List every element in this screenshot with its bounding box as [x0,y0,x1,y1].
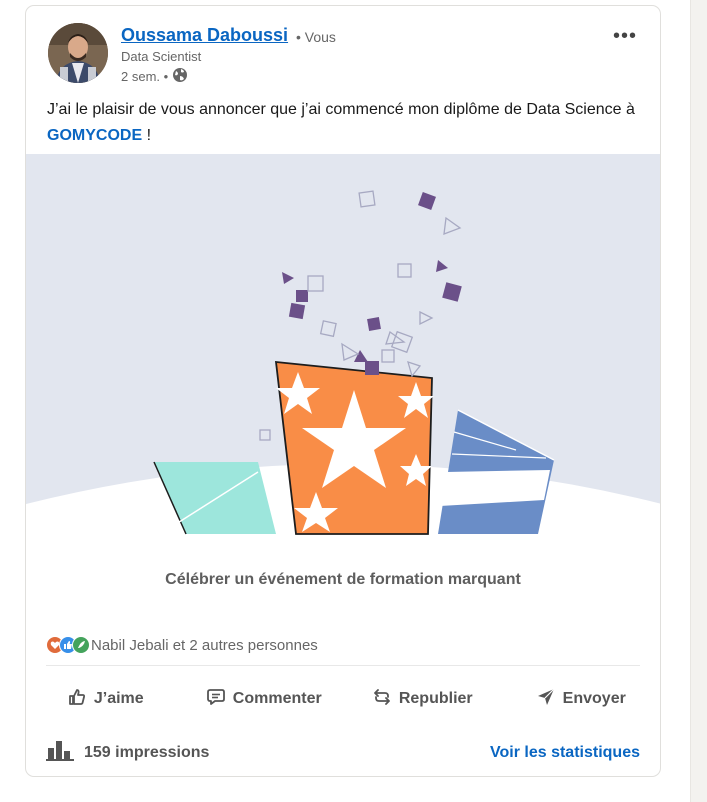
comment-label: Commenter [232,690,322,707]
you-badge: • Vous [296,29,336,45]
social-counts[interactable]: Nabil Jebali et 2 autres personnes [46,636,318,654]
comment-button[interactable]: Commenter [185,676,344,722]
post-header: Oussama Daboussi • Vous Data Scientist 2… [26,6,660,92]
author-headline: Data Scientist [121,49,202,64]
repost-icon [372,687,392,712]
comment-icon [206,687,226,712]
repost-label: Republier [398,690,473,707]
post-actions: J’aime Commenter Republier Envoyer [26,676,660,722]
like-label: J’aime [93,690,144,707]
post-time: 2 sem. • [121,67,188,86]
celebration-caption: Célébrer un événement de formation marqu… [165,571,521,588]
post-statistics: 159 impressions Voir les statistiques [46,739,640,766]
actions-divider [46,665,640,666]
celebration-illustration [26,154,660,549]
repost-button[interactable]: Republier [343,676,502,722]
author-avatar[interactable] [48,23,108,83]
like-button[interactable]: J’aime [26,676,185,722]
page-scrollbar-gutter [690,0,707,802]
reactors-text: Nabil Jebali et 2 autres personnes [91,636,318,654]
impressions: 159 impressions [46,739,209,766]
send-icon [536,687,556,712]
insightful-reaction-icon [72,636,90,654]
bar-chart-icon [46,739,74,766]
author-name-link[interactable]: Oussama Daboussi [121,25,288,46]
view-statistics-link[interactable]: Voir les statistiques [490,744,640,762]
impressions-text: 159 impressions [84,743,210,761]
company-mention-link[interactable]: GOMYCODE [47,127,142,144]
globe-icon [172,67,188,86]
ellipsis-icon: ••• [612,24,637,47]
post-card: Oussama Daboussi • Vous Data Scientist 2… [25,5,661,777]
post-text-main: J’ai le plaisir de vous annoncer que j’a… [47,101,635,118]
post-body-text: J’ai le plaisir de vous annoncer que j’a… [47,97,647,149]
send-label: Envoyer [562,690,626,707]
reaction-icons [46,636,90,654]
post-time-text: 2 sem. • [121,69,169,84]
send-button[interactable]: Envoyer [502,676,661,722]
post-text-end: ! [142,127,152,144]
more-options-button[interactable]: ••• [609,20,641,52]
thumbs-up-icon [67,687,87,712]
